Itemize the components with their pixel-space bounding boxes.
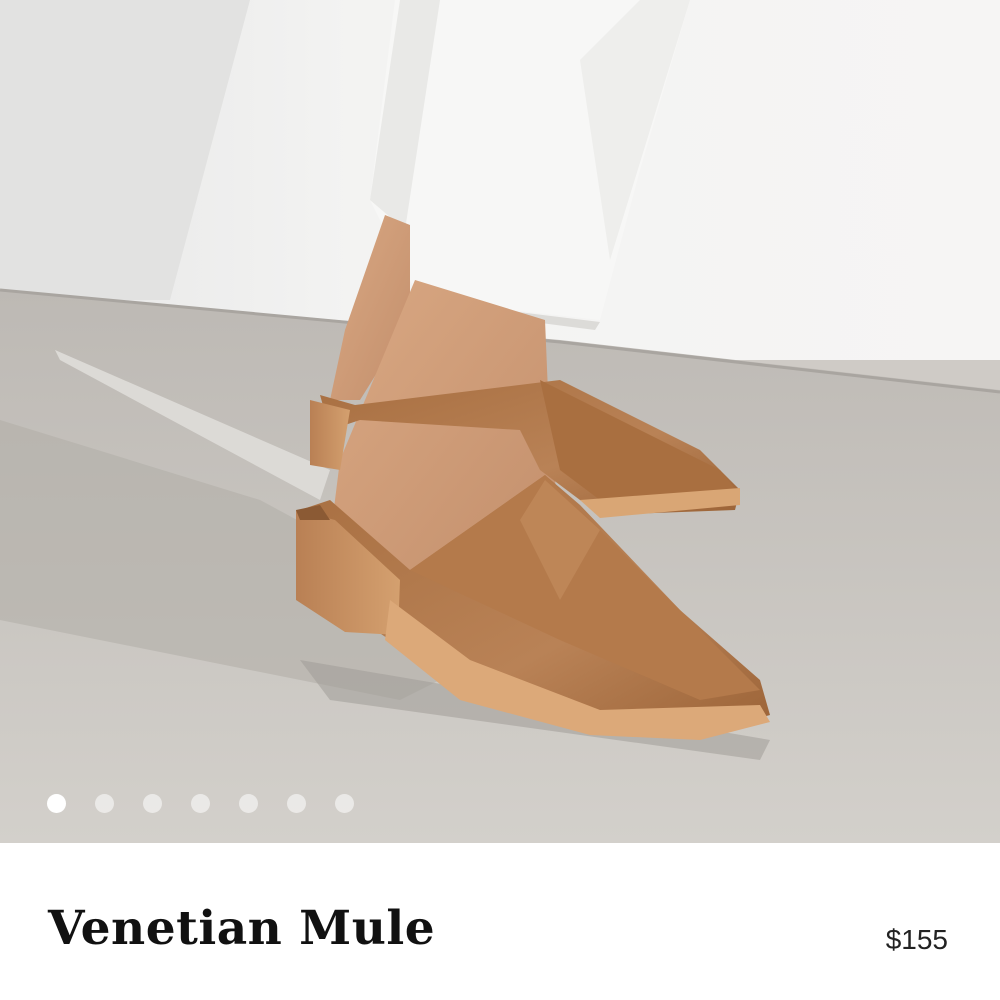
product-photo [0,0,1000,843]
product-page: Venetian Mule $155 [0,0,1000,1000]
carousel-dot-4[interactable] [191,793,210,813]
product-image[interactable] [0,0,1000,843]
carousel-dot-5[interactable] [239,793,258,813]
carousel-dot-3[interactable] [143,793,162,813]
product-title: Venetian Mule [48,901,436,956]
carousel-dot-2[interactable] [95,793,114,813]
carousel-dot-7[interactable] [335,793,354,813]
carousel-dots [47,793,354,813]
product-price: $155 [885,924,948,955]
carousel-dot-6[interactable] [287,793,306,813]
carousel-dot-1[interactable] [47,793,66,813]
